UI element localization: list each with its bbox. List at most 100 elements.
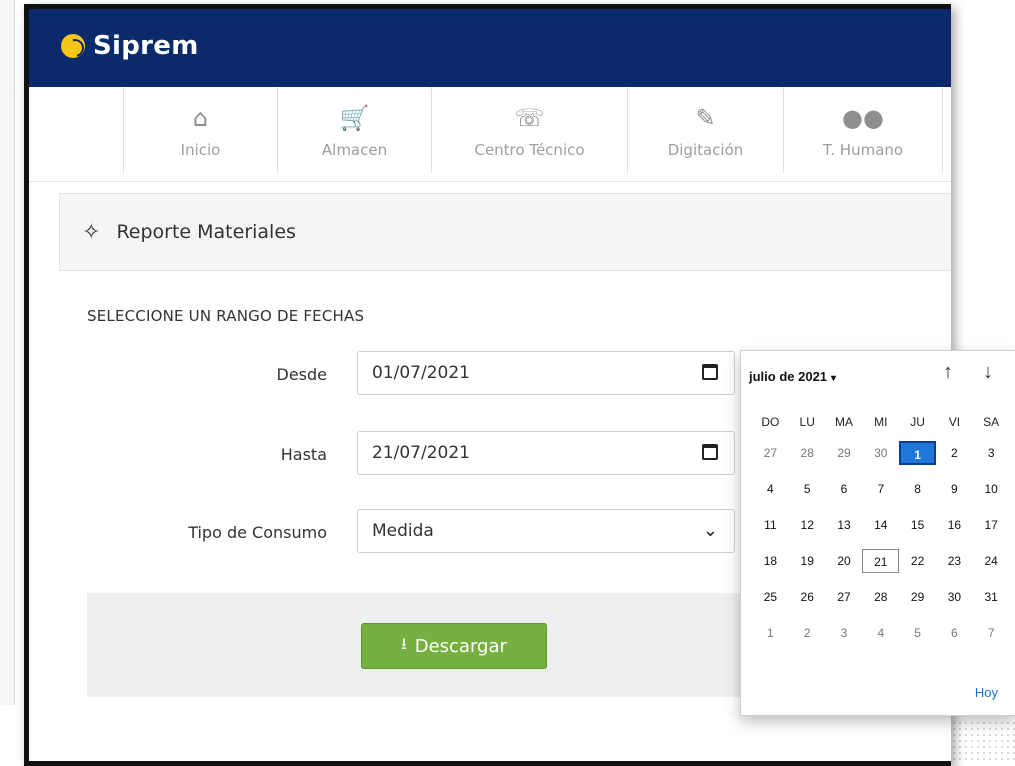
calendar-day[interactable]: 2 — [789, 621, 826, 645]
calendar-day[interactable]: 4 — [862, 621, 899, 645]
calendar-day[interactable]: 5 — [789, 477, 826, 501]
tipo-consumo-select[interactable]: Medida ⌄ — [357, 509, 735, 553]
brand[interactable]: Siprem — [61, 31, 199, 61]
calendar-day[interactable]: 28 — [862, 585, 899, 609]
hasta-label: Hasta — [280, 445, 327, 464]
calendar-day[interactable]: 12 — [789, 513, 826, 537]
calendar-icon[interactable] — [702, 444, 718, 460]
tipo-consumo-value: Medida — [372, 521, 434, 541]
range-title: SELECCIONE UN RANGO DE FECHAS — [87, 307, 365, 325]
calendar-day[interactable]: 3 — [973, 441, 1010, 465]
calendar-day[interactable]: 14 — [862, 513, 899, 537]
calendar-day[interactable]: 4 — [752, 477, 789, 501]
crosshairs-icon: ✧ — [82, 219, 101, 245]
calendar-day[interactable]: 7 — [862, 477, 899, 501]
weekday-label: VI — [948, 415, 961, 429]
chevron-down-icon: ⌄ — [702, 520, 718, 541]
calendar-day-today[interactable]: 21 — [862, 549, 900, 573]
calendar-day[interactable]: 6 — [936, 621, 973, 645]
download-label: Descargar — [414, 635, 507, 657]
calendar-day[interactable]: 5 — [899, 621, 936, 645]
nav-item-almacen[interactable]: 🛒 Almacen — [277, 87, 431, 173]
calendar-week: 11 12 13 14 15 16 17 — [752, 513, 1010, 537]
month-label: julio de 2021 — [749, 369, 828, 384]
nav-item-centro-tecnico[interactable]: ☏ Centro Técnico — [431, 87, 627, 173]
section-header: ✧ Reporte Materiales — [59, 193, 951, 271]
weekday-label: MA — [834, 415, 853, 429]
cart-icon: 🛒 — [339, 104, 370, 132]
phone-icon: ☏ — [514, 104, 545, 132]
tipo-consumo-label: Tipo de Consumo — [188, 523, 327, 542]
calendar-day[interactable]: 29 — [826, 441, 863, 465]
calendar-day[interactable]: 11 — [752, 513, 789, 537]
users-icon: ●● — [842, 104, 884, 132]
calendar-day[interactable]: 15 — [899, 513, 936, 537]
calendar-day[interactable]: 17 — [973, 513, 1010, 537]
calendar-icon[interactable] — [702, 364, 718, 380]
calendar-day[interactable]: 28 — [789, 441, 826, 465]
calendar-week: 1 2 3 4 5 6 7 — [752, 621, 1010, 645]
left-border-strip — [0, 0, 15, 705]
hasta-date-input[interactable]: 21/07/2021 — [357, 431, 735, 475]
arrow-down-icon[interactable]: ↓ — [983, 361, 993, 384]
calendar-day[interactable]: 8 — [899, 477, 936, 501]
datepicker-popup: julio de 2021 ▾ ↑ ↓ DO LU MA MI JU VI SA … — [740, 350, 1015, 716]
calendar-day[interactable]: 7 — [973, 621, 1010, 645]
nav-label: Centro Técnico — [474, 141, 585, 159]
top-bar: Siprem — [29, 9, 951, 87]
calendar-day[interactable]: 26 — [789, 585, 826, 609]
calendar-day[interactable]: 20 — [826, 549, 863, 573]
calendar-day[interactable]: 19 — [789, 549, 826, 573]
nav-item-t-humano[interactable]: ●● T. Humano — [783, 87, 943, 173]
download-button[interactable]: ⭳ Descargar — [361, 623, 547, 669]
calendar-day[interactable]: 3 — [826, 621, 863, 645]
weekday-label: JU — [910, 415, 925, 429]
today-button[interactable]: Hoy — [975, 685, 998, 700]
calendar-day[interactable]: 29 — [899, 585, 936, 609]
nav-label: Digitación — [667, 141, 744, 159]
caret-down-icon: ▾ — [831, 373, 837, 384]
calendar-grid: DO LU MA MI JU VI SA 27 28 29 30 1 2 3 4… — [752, 415, 1010, 645]
calendar-day[interactable]: 6 — [826, 477, 863, 501]
nav-label: T. Humano — [822, 141, 904, 159]
nav-label: Almacen — [321, 141, 388, 159]
calendar-day[interactable]: 31 — [973, 585, 1010, 609]
calendar-day[interactable]: 10 — [973, 477, 1010, 501]
pencil-icon: ✎ — [695, 104, 716, 132]
calendar-day-selected[interactable]: 1 — [899, 441, 936, 465]
desde-value: 01/07/2021 — [372, 363, 470, 383]
download-icon: ⭳ — [401, 633, 407, 653]
home-icon: ⌂ — [192, 104, 209, 132]
calendar-day[interactable]: 24 — [973, 549, 1010, 573]
weekday-label: LU — [799, 415, 815, 429]
calendar-day[interactable]: 25 — [752, 585, 789, 609]
nav-item-digitacion[interactable]: ✎ Digitación — [627, 87, 783, 173]
calendar-day[interactable]: 30 — [862, 441, 899, 465]
calendar-day[interactable]: 23 — [936, 549, 973, 573]
calendar-day[interactable]: 30 — [936, 585, 973, 609]
desde-date-input[interactable]: 01/07/2021 — [357, 351, 735, 395]
arrow-up-icon[interactable]: ↑ — [943, 361, 953, 384]
hasta-value: 21/07/2021 — [372, 443, 470, 463]
calendar-day[interactable]: 1 — [752, 621, 789, 645]
main-nav: ⌂ Inicio 🛒 Almacen ☏ Centro Técnico ✎ Di… — [29, 87, 951, 182]
app-title: Siprem — [93, 31, 199, 61]
siprem-logo-icon — [61, 34, 85, 58]
calendar-day[interactable]: 18 — [752, 549, 789, 573]
calendar-day[interactable]: 2 — [936, 441, 973, 465]
nav-item-inicio[interactable]: ⌂ Inicio — [123, 87, 277, 173]
weekday-label: DO — [761, 415, 780, 429]
month-selector[interactable]: julio de 2021 ▾ — [749, 369, 836, 384]
calendar-week: 27 28 29 30 1 2 3 — [752, 441, 1010, 465]
nav-label: Inicio — [180, 141, 221, 159]
section-title: Reporte Materiales — [116, 221, 296, 243]
calendar-day[interactable]: 9 — [936, 477, 973, 501]
calendar-day[interactable]: 16 — [936, 513, 973, 537]
weekday-label: MI — [874, 415, 888, 429]
calendar-day[interactable]: 27 — [752, 441, 789, 465]
desde-label: Desde — [276, 365, 328, 384]
calendar-day[interactable]: 27 — [826, 585, 863, 609]
calendar-day[interactable]: 13 — [826, 513, 863, 537]
calendar-day[interactable]: 22 — [899, 549, 936, 573]
calendar-week: 25 26 27 28 29 30 31 — [752, 585, 1010, 609]
